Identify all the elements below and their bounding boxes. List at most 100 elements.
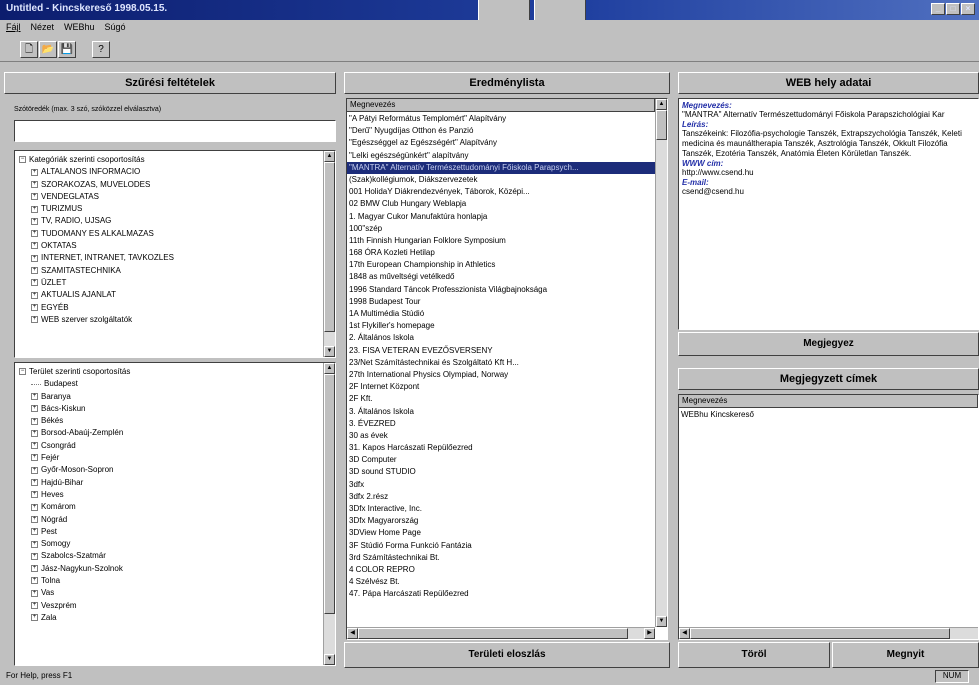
result-row[interactable]: 2. Általános Iskola: [347, 332, 655, 344]
result-row[interactable]: 31. Kapos Harcászati Repülőezred: [347, 442, 655, 454]
menu-file[interactable]: Fájl: [6, 22, 21, 36]
result-row[interactable]: 02 BMW Club Hungary Weblapja: [347, 198, 655, 210]
region-item[interactable]: + Csongrád: [19, 440, 321, 452]
region-item[interactable]: + Vas: [19, 587, 321, 599]
result-row[interactable]: "Egészséggel az Egészségért" Alapítvány: [347, 137, 655, 149]
result-row[interactable]: 168 ÓRA Kozleti Hetilap: [347, 247, 655, 259]
expand-icon[interactable]: +: [31, 303, 38, 311]
expand-icon[interactable]: +: [31, 205, 38, 213]
region-item[interactable]: + Győr-Moson-Sopron: [19, 464, 321, 476]
result-row[interactable]: 1A Multimédia Stúdió: [347, 308, 655, 320]
expand-icon[interactable]: +: [31, 316, 38, 324]
result-row[interactable]: 1998 Budapest Tour: [347, 296, 655, 308]
category-tree[interactable]: − Kategóriák szerinti csoportosítás + ALTA…: [14, 150, 336, 358]
category-item[interactable]: + TV, RADIO, UJSAG: [19, 215, 321, 227]
result-row[interactable]: 47. Pápa Harcászati Repülőezred: [347, 588, 655, 600]
result-row[interactable]: 4 COLOR REPRO: [347, 564, 655, 576]
menu-webhu[interactable]: WEBhu: [64, 22, 95, 36]
result-row[interactable]: 11th Finnish Hungarian Folklore Symposiu…: [347, 235, 655, 247]
region-item[interactable]: + Tolna: [19, 575, 321, 587]
category-item[interactable]: + SZAMITASTECHNIKA: [19, 265, 321, 277]
expand-icon[interactable]: +: [31, 577, 38, 585]
expand-icon[interactable]: +: [31, 491, 38, 499]
result-row[interactable]: 3dfx 2.rész: [347, 491, 655, 503]
result-row[interactable]: 23/Net Számítástechnikai és Szolgáltató …: [347, 357, 655, 369]
scroll-up-icon[interactable]: ▲: [324, 151, 335, 162]
scroll-thumb[interactable]: [690, 628, 950, 639]
expand-icon[interactable]: +: [31, 614, 38, 622]
scroll-thumb[interactable]: [358, 628, 628, 639]
region-item[interactable]: + Szabolcs-Szatmár: [19, 550, 321, 562]
expand-icon[interactable]: +: [31, 454, 38, 462]
expand-icon[interactable]: +: [31, 466, 38, 474]
expand-icon[interactable]: +: [31, 589, 38, 597]
region-item[interactable]: + Nógrád: [19, 514, 321, 526]
region-root[interactable]: − Terület szerinti csoportosítás: [19, 366, 321, 378]
category-scrollbar[interactable]: ▲ ▼: [323, 151, 335, 357]
menu-view[interactable]: Nézet: [31, 22, 55, 36]
result-row[interactable]: "Derű" Nyugdíjas Otthon és Panzió: [347, 125, 655, 137]
scroll-thumb[interactable]: [656, 110, 667, 140]
result-row[interactable]: 4 Szélvész Bt.: [347, 576, 655, 588]
column-header-name[interactable]: Megnevezés: [347, 99, 655, 112]
expand-icon[interactable]: +: [31, 528, 38, 536]
region-item[interactable]: + Hajdú-Bihar: [19, 477, 321, 489]
scroll-left-icon[interactable]: ◀: [347, 628, 358, 639]
result-row[interactable]: "A Pátyi Református Templomért" Alapítvá…: [347, 113, 655, 125]
expand-icon[interactable]: +: [31, 180, 38, 188]
region-item[interactable]: + Borsod-Abaúj-Zemplén: [19, 427, 321, 439]
category-item[interactable]: + ALTALANOS INFORMACIO: [19, 166, 321, 178]
scroll-down-icon[interactable]: ▼: [324, 654, 335, 665]
expand-icon[interactable]: +: [31, 217, 38, 225]
category-item[interactable]: + AKTUALIS AJANLAT: [19, 289, 321, 301]
region-item[interactable]: + Fejér: [19, 452, 321, 464]
expand-icon[interactable]: +: [31, 193, 38, 201]
expand-icon[interactable]: +: [31, 279, 38, 287]
scroll-thumb[interactable]: [324, 374, 335, 614]
delete-button[interactable]: Töröl: [678, 642, 830, 668]
menu-help[interactable]: Súgó: [105, 22, 126, 36]
result-row[interactable]: 3Dfx Magyarország: [347, 515, 655, 527]
scroll-down-icon[interactable]: ▼: [324, 346, 335, 357]
region-item[interactable]: Budapest: [19, 378, 321, 390]
expand-icon[interactable]: +: [31, 565, 38, 573]
result-row[interactable]: 27th International Physics Olympiad, Nor…: [347, 369, 655, 381]
category-item[interactable]: + WEB szerver szolgáltatók: [19, 314, 321, 326]
region-item[interactable]: + Veszprém: [19, 600, 321, 612]
region-item[interactable]: + Jász-Nagykun-Szolnok: [19, 563, 321, 575]
category-item[interactable]: + VENDEGLATAS: [19, 191, 321, 203]
help-icon[interactable]: ?: [92, 41, 110, 58]
result-row[interactable]: 2F Kft.: [347, 393, 655, 405]
result-row[interactable]: 23. FISA VETERAN EVEZŐSVERSENY: [347, 345, 655, 357]
result-row[interactable]: 3DView Home Page: [347, 527, 655, 539]
region-tree[interactable]: − Terület szerinti csoportosítás Budapest…: [14, 362, 336, 666]
minimize-icon[interactable]: _: [931, 3, 945, 15]
expand-icon[interactable]: +: [31, 417, 38, 425]
expand-icon[interactable]: +: [31, 291, 38, 299]
result-row[interactable]: 3rd Számítástechnikai Bt.: [347, 552, 655, 564]
region-item[interactable]: + Bács-Kiskun: [19, 403, 321, 415]
region-item[interactable]: + Baranya: [19, 391, 321, 403]
expand-icon[interactable]: +: [31, 267, 38, 275]
results-list[interactable]: Megnevezés "A Pátyi Református Templomér…: [346, 98, 668, 640]
remember-button[interactable]: Megjegyez: [678, 332, 979, 356]
result-row[interactable]: 1. Magyar Cukor Manufaktúra honlapja: [347, 211, 655, 223]
close-icon[interactable]: ×: [961, 3, 975, 15]
result-row[interactable]: "MANTRA" Alternatív Természettudományi F…: [347, 161, 655, 174]
column-header-name[interactable]: Megnevezés: [679, 395, 978, 408]
category-item[interactable]: + ÜZLET: [19, 277, 321, 289]
expand-icon[interactable]: +: [31, 254, 38, 262]
category-item[interactable]: + TURIZMUS: [19, 203, 321, 215]
results-hscroll[interactable]: ◀ ▶: [347, 627, 655, 639]
scroll-down-icon[interactable]: ▼: [656, 616, 667, 627]
region-item[interactable]: + Komárom: [19, 501, 321, 513]
expand-icon[interactable]: +: [31, 442, 38, 450]
scroll-right-icon[interactable]: ▶: [644, 628, 655, 639]
category-item[interactable]: + OKTATAS: [19, 240, 321, 252]
www-link[interactable]: http://www.csend.hu: [682, 168, 975, 178]
scroll-left-icon[interactable]: ◀: [679, 628, 690, 639]
expand-icon[interactable]: +: [31, 242, 38, 250]
expand-icon[interactable]: +: [31, 479, 38, 487]
result-row[interactable]: 17th European Championship in Athletics: [347, 259, 655, 271]
save-icon[interactable]: 💾: [58, 41, 76, 58]
